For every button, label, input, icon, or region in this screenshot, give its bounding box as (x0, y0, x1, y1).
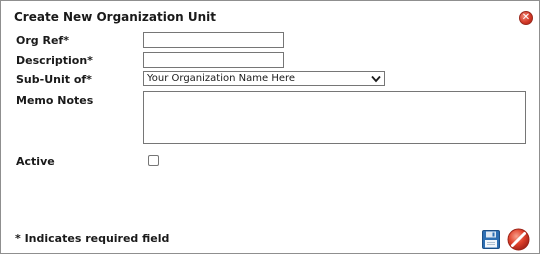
create-organization-unit-dialog: Create New Organization Unit ✕ Org Ref* … (0, 0, 540, 254)
chevron-down-icon (371, 75, 381, 83)
sub-unit-of-selected-value: Your Organization Name Here (147, 73, 296, 84)
sub-unit-of-label: Sub-Unit of* (16, 73, 92, 86)
required-field-note: * Indicates required field (15, 232, 170, 245)
active-checkbox[interactable] (148, 155, 159, 166)
close-icon[interactable]: ✕ (519, 11, 533, 25)
description-input[interactable] (143, 52, 284, 68)
no-entry-icon[interactable] (507, 228, 530, 251)
memo-notes-textarea[interactable] (143, 91, 526, 144)
active-label: Active (16, 155, 55, 168)
org-ref-input[interactable] (143, 32, 284, 48)
memo-notes-label: Memo Notes (16, 94, 94, 107)
sub-unit-of-select[interactable]: Your Organization Name Here (143, 71, 385, 86)
dialog-title: Create New Organization Unit (14, 10, 216, 24)
org-ref-label: Org Ref* (16, 34, 69, 47)
description-label: Description* (16, 54, 93, 67)
floppy-disk-icon[interactable] (482, 230, 500, 249)
